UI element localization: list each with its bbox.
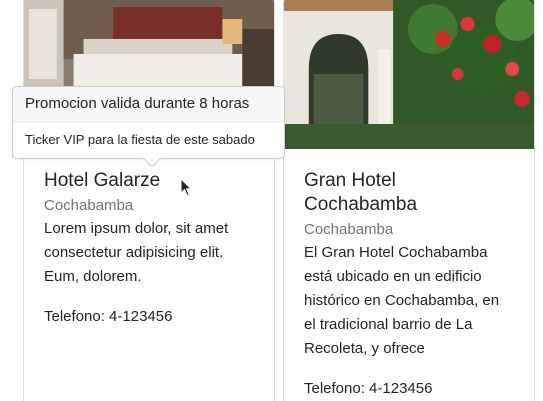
hotel-phone: Telefono: 4-123456 <box>44 308 173 325</box>
hotel-description: Lorem ipsum dolor, sit amet consectetur … <box>44 220 229 285</box>
mouse-cursor-icon <box>180 177 193 197</box>
hotel-city: Cochabamba <box>304 221 394 238</box>
card-body: Hotel Galarze Cochabamba Lorem ipsum dol… <box>24 149 274 349</box>
popover-arrow <box>143 158 161 167</box>
hotel-description: El Gran Hotel Cochabamba está ubicado en… <box>304 244 500 357</box>
hotel-title: Gran Hotel Cochabamba <box>304 170 418 215</box>
popover-title: Promocion valida durante 8 horas <box>13 87 284 122</box>
popover-body: Ticker VIP para la fiesta de este sabado <box>25 132 255 147</box>
hotel-card: Gran Hotel Cochabamba Cochabamba El Gran… <box>283 0 535 401</box>
hotel-card: Hotel Galarze Cochabamba Lorem ipsum dol… <box>23 0 275 401</box>
hotel-phone: Telefono: 4-123456 <box>304 380 433 397</box>
promo-popover: Promocion valida durante 8 horas Ticker … <box>12 86 285 167</box>
card-body: Gran Hotel Cochabamba Cochabamba El Gran… <box>284 149 534 401</box>
hotel-title: Hotel Galarze <box>44 170 161 191</box>
hotel-city: Cochabamba <box>44 197 134 214</box>
page: Hotel Galarze Cochabamba Lorem ipsum dol… <box>0 0 543 401</box>
hotel-image-courtyard <box>284 0 534 149</box>
